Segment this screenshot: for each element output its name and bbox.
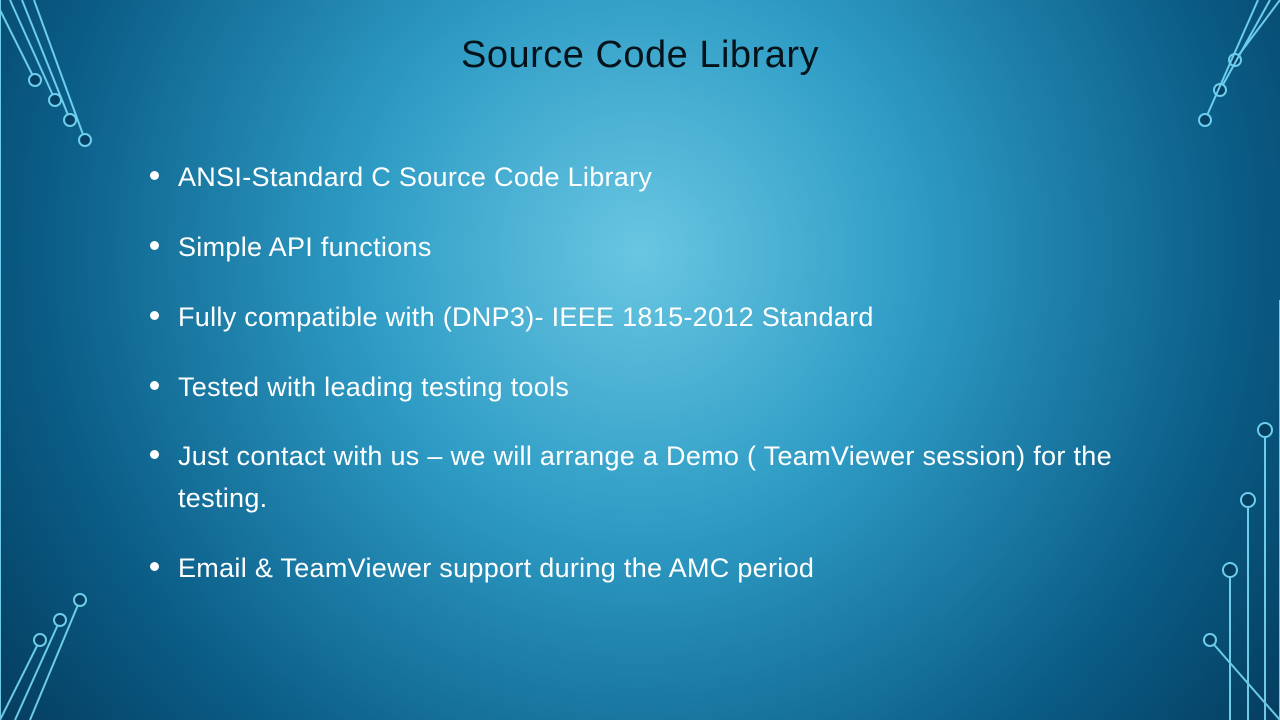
list-item: Simple API functions [150,227,1160,269]
list-item: Email & TeamViewer support during the AM… [150,548,1160,590]
list-item: Just contact with us – we will arrange a… [150,436,1160,520]
list-item: Fully compatible with (DNP3)- IEEE 1815-… [150,297,1160,339]
list-item: Tested with leading testing tools [150,367,1160,409]
bullet-list: ANSI-Standard C Source Code Library Simp… [120,157,1160,590]
slide-container: Source Code Library ANSI-Standard C Sour… [0,0,1280,720]
slide-title: Source Code Library [120,34,1160,77]
list-item: ANSI-Standard C Source Code Library [150,157,1160,199]
